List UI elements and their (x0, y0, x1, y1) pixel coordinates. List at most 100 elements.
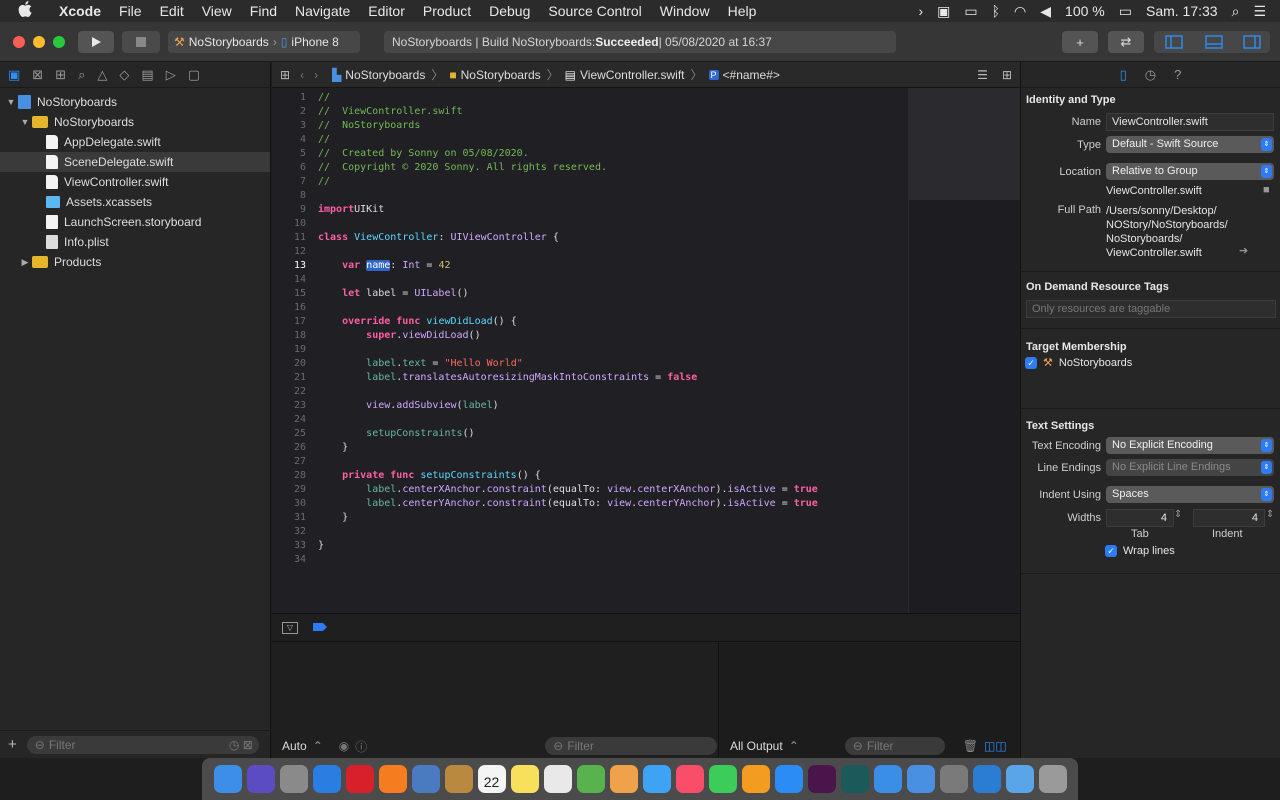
code-line[interactable]: // Copyright © 2020 Sonny. All rights re… (318, 162, 607, 173)
indent-width-stepper[interactable]: ⇕ (1266, 509, 1274, 520)
code-line[interactable]: } (318, 540, 324, 551)
minimap[interactable] (908, 88, 1021, 613)
dock-app-icon[interactable] (774, 765, 803, 793)
warning-icon[interactable]: △ (97, 67, 107, 83)
dock-app-icon[interactable] (642, 765, 671, 793)
airplay-icon[interactable]: ▭ (964, 3, 977, 20)
file-tree-row[interactable]: ▼ NoStoryboards (0, 112, 270, 132)
add-file-button[interactable]: + (8, 736, 17, 753)
dock-app-icon[interactable] (807, 765, 836, 793)
tab-width-stepper[interactable]: ⇕ (1174, 509, 1182, 520)
variables-filter-field[interactable]: ⊖ Filter (545, 737, 718, 755)
menu-view[interactable]: View (193, 3, 241, 19)
minimize-window-button[interactable] (33, 36, 45, 48)
dock-app-icon[interactable] (510, 765, 539, 793)
apple-menu-icon[interactable] (0, 0, 50, 22)
name-field[interactable]: ViewController.swift (1106, 113, 1274, 131)
history-inspector-icon[interactable]: ◷ (1145, 67, 1156, 83)
code-line[interactable]: // (318, 176, 330, 187)
split-console-icon[interactable]: ◫◫ (984, 739, 1007, 753)
info-icon[interactable]: ⓘ (355, 738, 367, 755)
code-line[interactable]: } (318, 442, 348, 453)
dock-app-icon[interactable] (675, 765, 704, 793)
debug-icon[interactable]: ▤ (141, 67, 153, 83)
jumpbar-symbol[interactable]: P <#name#> (708, 68, 780, 82)
scheme-selector[interactable]: ⚒ NoStoryboards › ▯ iPhone 8 (168, 31, 360, 53)
file-inspector-icon[interactable]: ▯ (1120, 67, 1127, 83)
code-line[interactable]: // Created by Sonny on 05/08/2020. (318, 148, 529, 159)
code-line[interactable]: label.translatesAutoresizingMaskIntoCons… (318, 372, 697, 383)
battery-icon[interactable]: ▭ (1119, 3, 1132, 20)
reveal-in-finder-icon[interactable]: ➔ (1239, 244, 1248, 257)
type-popup[interactable]: Default - Swift Source ⇕ (1106, 136, 1274, 153)
code-line[interactable]: let label = UILabel() (318, 288, 468, 299)
source-control-icon[interactable]: ⊠ (32, 67, 43, 83)
file-tree-row[interactable]: ▼ NoStoryboards (0, 92, 270, 112)
menu-navigate[interactable]: Navigate (286, 3, 359, 19)
folder-icon[interactable]: ▣ (8, 67, 20, 83)
dock-app-icon[interactable] (378, 765, 407, 793)
navigator-filter-field[interactable]: ⊖ Filter ◷ ⊠ (26, 735, 259, 754)
menu-find[interactable]: Find (241, 3, 286, 19)
folder-icon[interactable]: ■ (1263, 184, 1270, 196)
related-items-icon[interactable]: ⊞ (280, 68, 290, 82)
dock-app-icon[interactable] (345, 765, 374, 793)
trash-icon[interactable]: 🗑 (963, 739, 978, 753)
dock-app-icon[interactable] (840, 765, 869, 793)
auto-scope-selector[interactable]: Auto (282, 739, 307, 753)
jumpbar-file[interactable]: ▤ ViewController.swift (565, 68, 685, 82)
dock-app-icon[interactable] (411, 765, 440, 793)
notes-icon[interactable]: ▣ (937, 3, 950, 20)
target-checkbox[interactable]: ✓ (1025, 356, 1037, 369)
close-window-button[interactable] (13, 36, 25, 48)
run-button[interactable] (78, 31, 114, 53)
code-line[interactable]: view.addSubview(label) (318, 400, 499, 411)
file-tree-row[interactable]: LaunchScreen.storyboard (0, 212, 270, 232)
file-tree-row[interactable]: Assets.xcassets (0, 192, 270, 212)
file-tree-row[interactable]: ▶ Products (0, 252, 270, 272)
back-icon[interactable]: ‹ (300, 68, 304, 82)
code-line[interactable]: label.centerXAnchor.constraint(equalTo: … (318, 484, 818, 495)
forward-icon[interactable]: › (314, 68, 318, 82)
find-icon[interactable]: ⌕ (78, 67, 85, 83)
breakpoint-icon[interactable]: ▷ (166, 67, 176, 83)
dock-app-icon[interactable] (873, 765, 902, 793)
code-line[interactable]: label.text = "Hello World" (318, 358, 523, 369)
report-icon[interactable]: ▢ (188, 67, 200, 83)
jumpbar-project[interactable]: ▙ NoStoryboards (332, 68, 425, 82)
toggle-inspector-button[interactable] (1234, 31, 1270, 53)
code-line[interactable]: setupConstraints() (318, 428, 474, 439)
wrap-lines-checkbox[interactable]: ✓ (1105, 545, 1117, 557)
encoding-popup[interactable]: No Explicit Encoding ⇕ (1106, 437, 1274, 454)
dock-app-icon[interactable] (741, 765, 770, 793)
location-popup[interactable]: Relative to Group ⇕ (1106, 163, 1274, 180)
code-line[interactable]: // (318, 134, 330, 145)
minimap-visible-region[interactable] (909, 88, 1021, 200)
dock-app-icon[interactable] (312, 765, 341, 793)
dock-app-icon[interactable] (576, 765, 605, 793)
odr-tags-field[interactable]: Only resources are taggable (1026, 300, 1276, 318)
code-line[interactable]: class ViewController: UIViewController { (318, 232, 559, 243)
test-icon[interactable]: ◇ (119, 67, 129, 83)
disclosure-triangle-icon[interactable]: ▶ (18, 257, 32, 268)
console-view[interactable]: All Output ⌃ ⊖ Filter 🗑 ◫◫ (720, 643, 1020, 759)
hide-debug-area-icon[interactable]: ▽ (282, 621, 298, 634)
indent-width-field[interactable]: 4 (1193, 509, 1265, 527)
dock-app-icon[interactable] (972, 765, 1001, 793)
breakpoints-toggle-icon[interactable] (312, 619, 328, 637)
recent-files-icon[interactable]: ◷ ⊠ (229, 738, 253, 752)
editor-options-icon[interactable]: ☰ (977, 68, 988, 82)
toggle-navigator-button[interactable] (1154, 31, 1194, 53)
clock[interactable]: Sam. 17:33 (1146, 3, 1218, 19)
menu-editor[interactable]: Editor (359, 3, 414, 19)
search-icon[interactable]: ⌕ (1232, 3, 1240, 20)
code-line[interactable]: var name: Int = 42 (318, 260, 451, 271)
symbol-icon[interactable]: ⊞ (55, 67, 66, 83)
code-line[interactable]: override func viewDidLoad() { (318, 316, 517, 327)
code-line[interactable]: // ViewController.swift (318, 106, 463, 117)
calendar-icon[interactable]: 22 (477, 765, 506, 793)
code-line[interactable]: private func setupConstraints() { (318, 470, 541, 481)
code-line[interactable]: super.viewDidLoad() (318, 330, 480, 341)
menu-product[interactable]: Product (414, 3, 480, 19)
toggle-debug-area-button[interactable] (1194, 31, 1234, 53)
